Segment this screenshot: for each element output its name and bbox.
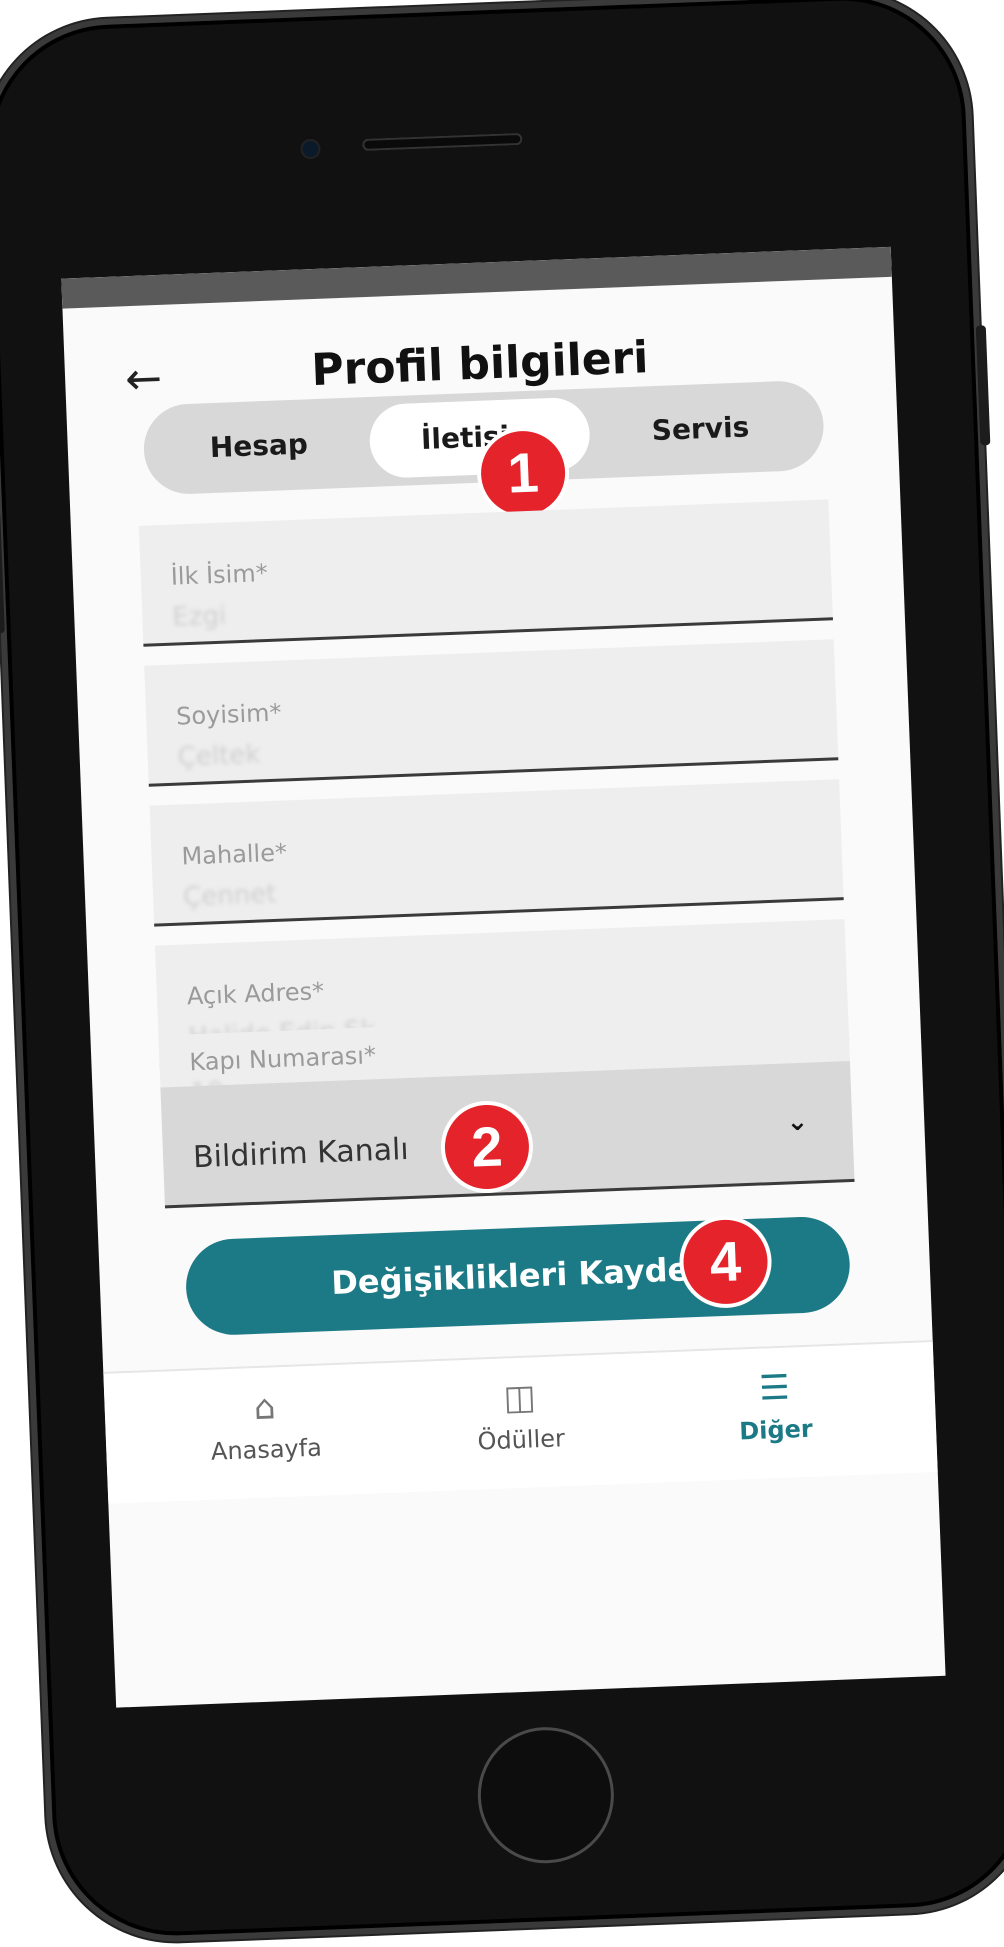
gift-icon: ◫ xyxy=(502,1377,537,1419)
home-icon: ⌂ xyxy=(253,1387,277,1429)
select-label: Bildirim Kanalı xyxy=(192,1132,410,1176)
field-value: Çennet xyxy=(182,878,277,913)
field-label: Açık Adres* xyxy=(186,977,325,1011)
bottom-nav: ⌂ Anasayfa ◫ Ödüller ☰ Diğer xyxy=(103,1340,938,1504)
chevron-down-icon[interactable]: ⌄ xyxy=(786,1107,809,1138)
nav-rewards[interactable]: ◫ Ödüller xyxy=(419,1372,622,1458)
field-label: Mahalle* xyxy=(181,838,288,871)
tab-servis[interactable]: Servis xyxy=(594,388,807,470)
field-label: Kapı Numarası* xyxy=(188,1041,377,1077)
field-label: İlk İsim* xyxy=(170,558,269,591)
field-value: Çeltek xyxy=(177,739,261,773)
nav-label: Ödüller xyxy=(477,1424,566,1456)
first-name-field[interactable]: İlk İsim* Ezgi xyxy=(138,499,833,647)
nav-label: Diğer xyxy=(738,1414,814,1446)
nav-other[interactable]: ☰ Diğer xyxy=(674,1362,877,1448)
phone-frame: ← Profil bilgileri Hesap İletişim Servis… xyxy=(0,0,1004,1947)
field-label: Soyisim* xyxy=(175,698,282,731)
menu-icon: ☰ xyxy=(758,1367,791,1409)
neighborhood-field[interactable]: Mahalle* Çennet xyxy=(149,779,844,927)
nav-label: Anasayfa xyxy=(210,1433,323,1466)
app-screen: ← Profil bilgileri Hesap İletişim Servis… xyxy=(61,246,946,1708)
tab-hesap[interactable]: Hesap xyxy=(153,405,366,487)
nav-home[interactable]: ⌂ Anasayfa xyxy=(164,1382,367,1468)
field-value: Ezgi xyxy=(171,600,227,633)
last-name-field[interactable]: Soyisim* Çeltek xyxy=(144,639,839,787)
